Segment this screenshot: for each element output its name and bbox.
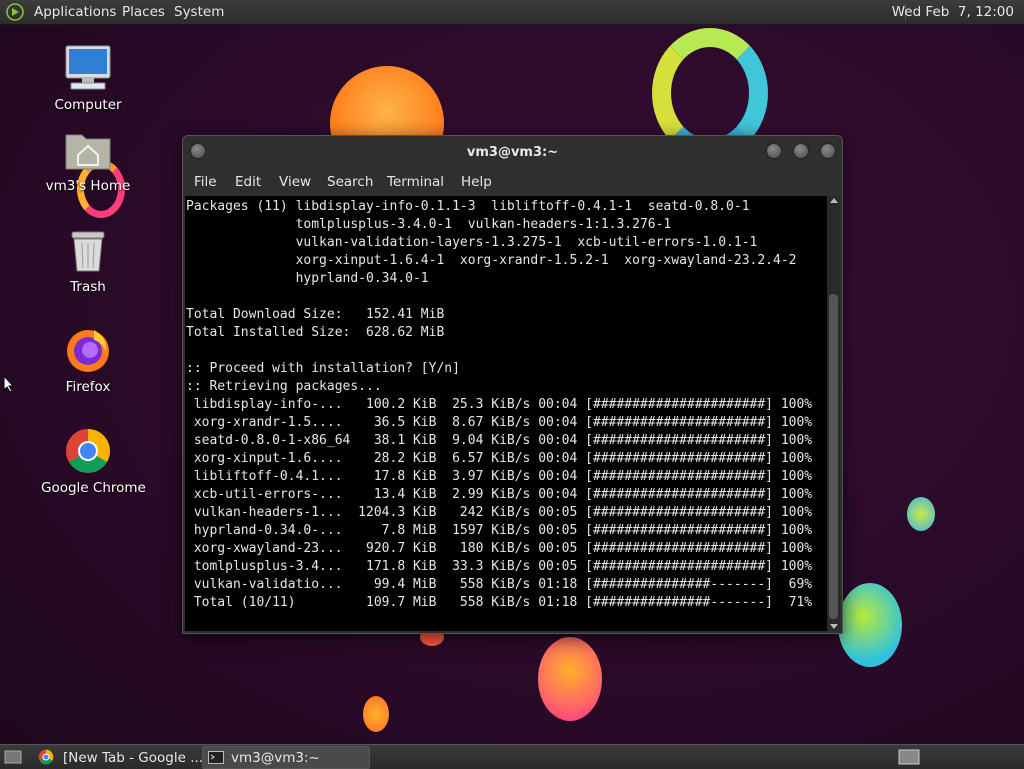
show-desktop-icon[interactable] <box>4 750 22 764</box>
computer-icon <box>65 45 111 90</box>
taskbar-item-chrome[interactable]: [New Tab - Google ... <box>58 746 204 769</box>
taskbar-item-label: [New Tab - Google ... <box>63 750 204 766</box>
menu-file[interactable]: File <box>194 174 217 190</box>
window-titlebar[interactable]: vm3@vm3:~ <box>183 136 842 168</box>
system-menu[interactable]: System <box>174 4 224 20</box>
terminal-line: Packages (11) libdisplay-info-0.1.1-3 li… <box>186 199 750 214</box>
terminal-icon <box>208 751 224 764</box>
home-folder-icon <box>65 134 111 170</box>
wallpaper-blob-small-orange <box>363 696 389 732</box>
terminal-line: :: Retrieving packages... <box>186 379 382 394</box>
terminal-line: seatd-0.8.0-1-x86_64 38.1 KiB 9.04 KiB/s… <box>186 433 813 448</box>
desktop-icon-trash[interactable]: Trash <box>38 228 138 296</box>
taskbar-item-label: vm3@vm3:~ <box>231 750 320 766</box>
menu-view[interactable]: View <box>279 174 311 190</box>
terminal-line: :: Proceed with installation? [Y/n] <box>186 361 460 376</box>
terminal-line: xorg-xinput-1.6.4-1 xorg-xrandr-1.5.2-1 … <box>186 253 797 268</box>
terminal-output[interactable]: Packages (11) libdisplay-info-0.1.1-3 li… <box>185 196 827 631</box>
terminal-line: Total Download Size: 152.41 MiB <box>186 307 445 322</box>
desktop-icon-label: Firefox <box>65 379 111 395</box>
terminal-line: xorg-xinput-1.6.... 28.2 KiB 6.57 KiB/s … <box>186 451 813 466</box>
applications-logo-icon[interactable] <box>6 3 24 21</box>
terminal-line: Total Installed Size: 628.62 MiB <box>186 325 445 340</box>
mouse-cursor-icon <box>3 375 15 393</box>
terminal-line: tomlplusplus-3.4... 171.8 KiB 33.3 KiB/s… <box>186 559 813 574</box>
desktop-icon-firefox[interactable]: Firefox <box>38 326 138 396</box>
taskbar: [New Tab - Google ... vm3@vm3:~ <box>0 744 1024 769</box>
terminal-line: hyprland-0.34.0-... 7.8 MiB 1597 KiB/s 0… <box>186 523 813 538</box>
desktop-icon-home[interactable]: vm3's Home <box>38 127 138 195</box>
terminal-line: xorg-xwayland-23... 920.7 KiB 180 KiB/s … <box>186 541 813 556</box>
firefox-icon <box>67 330 109 372</box>
wallpaper-blob-small-cyan <box>907 497 935 531</box>
menu-terminal[interactable]: Terminal <box>387 174 444 190</box>
terminal-line: xcb-util-errors-... 13.4 KiB 2.99 KiB/s … <box>186 487 813 502</box>
workspace-switcher-icon[interactable] <box>898 749 920 765</box>
wallpaper-blob-pink <box>538 637 602 721</box>
menu-edit[interactable]: Edit <box>235 174 261 190</box>
terminal-window[interactable]: vm3@vm3:~ File Edit View Search Terminal… <box>182 135 843 634</box>
chrome-icon <box>66 429 110 473</box>
maximize-button[interactable] <box>793 143 809 159</box>
terminal-text: Packages (11) libdisplay-info-0.1.1-3 li… <box>185 196 827 612</box>
terminal-line: libliftoff-0.4.1... 17.8 KiB 3.97 KiB/s … <box>186 469 813 484</box>
scroll-down-arrow-icon[interactable] <box>830 624 838 629</box>
minimize-button[interactable] <box>766 143 782 159</box>
menu-search[interactable]: Search <box>327 174 373 190</box>
places-menu[interactable]: Places <box>122 4 165 20</box>
clock[interactable]: Wed Feb 7, 12:00 <box>892 4 1014 20</box>
terminal-line: libdisplay-info-... 100.2 KiB 25.3 KiB/s… <box>186 397 813 412</box>
desktop-icon-label: Computer <box>54 97 122 113</box>
terminal-line: tomlplusplus-3.4.0-1 vulkan-headers-1:1.… <box>186 217 672 232</box>
taskbar-item-terminal[interactable]: vm3@vm3:~ <box>202 746 370 769</box>
applications-menu[interactable]: Applications <box>34 4 116 20</box>
terminal-line: xorg-xrandr-1.5.... 36.5 KiB 8.67 KiB/s … <box>186 415 813 430</box>
terminal-line: hyprland-0.34.0-1 <box>186 271 429 286</box>
scrollbar-thumb[interactable] <box>829 294 838 619</box>
terminal-line: vulkan-validation-layers-1.3.275-1 xcb-u… <box>186 235 758 250</box>
desktop-icon-label: Google Chrome <box>41 480 146 496</box>
scroll-up-arrow-icon[interactable] <box>830 198 838 203</box>
desktop-icon-chrome[interactable]: Google Chrome <box>38 427 146 497</box>
window-title: vm3@vm3:~ <box>466 145 559 160</box>
wallpaper-blob-cyan <box>838 583 902 667</box>
desktop-icon-computer[interactable]: Computer <box>38 44 138 114</box>
top-panel: Applications Places System Wed Feb 7, 12… <box>0 0 1024 25</box>
desktop-icon-label: vm3's Home <box>45 178 131 194</box>
chrome-launcher-icon[interactable] <box>38 749 54 765</box>
terminal-scrollbar[interactable] <box>827 196 840 631</box>
terminal-line: vulkan-validatio... 99.4 MiB 558 KiB/s 0… <box>186 577 813 592</box>
desktop-icon-label: Trash <box>70 279 106 295</box>
close-button[interactable] <box>820 143 836 159</box>
terminal-line: Total (10/11) 109.7 MiB 558 KiB/s 01:18 … <box>186 595 813 610</box>
terminal-menubar: File Edit View Search Terminal Help <box>183 170 842 194</box>
menu-help[interactable]: Help <box>461 174 492 190</box>
terminal-line: vulkan-headers-1... 1204.3 KiB 242 KiB/s… <box>186 505 813 520</box>
trash-icon <box>71 231 105 272</box>
